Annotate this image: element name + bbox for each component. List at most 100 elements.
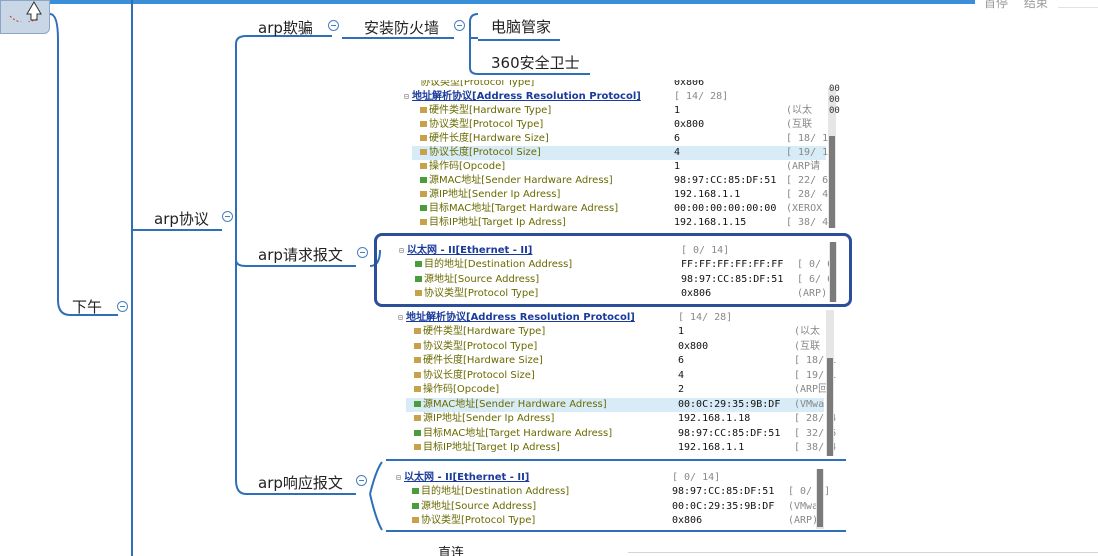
resp-eth-scrollbar-thumb[interactable] [817,469,823,527]
collapse-root-icon[interactable] [117,301,128,312]
field-range: [ 18/ 1 [786,133,829,144]
packet-field-row[interactable]: 源IP地址[Sender Ip Adress] [406,412,824,426]
node-bottom-partial[interactable]: 直连 [438,542,464,556]
field-icon [414,429,421,436]
field-name: 目的地址[Destination Address] [421,486,570,497]
field-icon [420,191,427,197]
packet-field-row[interactable]: 硬件长度[Hardware Size] [412,132,826,146]
field-name: 硬件长度[Hardware Size] [423,355,543,366]
field-icon [412,488,419,494]
resp-eth-header-label: 以太网 - II[Ethernet - II] [404,472,530,483]
node-arp-deception[interactable]: arp欺骗 [258,17,313,38]
eth-scrollbar-thumb[interactable] [830,242,836,302]
field-range: (以太 [786,105,813,116]
panel-request-arp: 协议类型[Protocol Type] 0x806 ⊟ 地址解析协议[Addres… [400,80,838,228]
collapse-arp-response-icon[interactable] [356,475,367,486]
panel-response-arp: ⊟ 地址解析协议[Address Resolution Protocol] [ 1… [396,310,836,456]
field-range: (ARP) [788,515,819,526]
packet-field-row[interactable]: 协议类型[Protocol Type] [407,287,827,301]
packet-field-row[interactable]: 操作码[Opcode] [406,383,824,397]
field-name: 源地址[Source Address] [424,273,540,285]
field-icon [415,261,422,267]
resp-eth-header-row[interactable]: ⊟ 以太网 - II[Ethernet - II] [396,471,529,485]
node-firewall[interactable]: 安装防火墙 [364,17,439,38]
field-icon [414,357,421,363]
resp-arp-scrollbar-thumb[interactable] [827,358,833,456]
resp-arp-header-row[interactable]: ⊟ 地址解析协议[Address Resolution Protocol] [398,311,635,325]
field-icon [420,219,427,225]
eth-header-row[interactable]: ⊟ 以太网 - II[Ethernet - II] [399,244,532,258]
tree-row-header[interactable]: ⊟ 地址解析协议[Address Resolution Protocol] [404,90,641,104]
field-name: 目标MAC地址[Target Hardware Adress] [429,203,619,214]
field-name: 硬件长度[Hardware Size] [429,133,549,144]
field-icon [420,149,427,155]
field-range: (以太 [794,326,821,337]
field-name: 目的地址[Destination Address] [424,259,573,270]
field-icon [420,135,427,141]
packet-field-row[interactable]: 协议长度[Protocol Size] [412,146,826,160]
node-arp-request[interactable]: arp请求报文 [258,244,343,265]
field-value: 0x800 [674,119,705,130]
packet-field-row[interactable]: 目标IP地址[Target Ip Adress] [412,216,826,228]
node-pc-manager[interactable]: 电脑管家 [491,16,551,37]
packet-field-row[interactable]: 协议长度[Protocol Size] [406,369,824,383]
packet-field-row[interactable]: 硬件类型[Hardware Type] [406,325,824,339]
packet-field-row[interactable]: 协议类型[Protocol Type] [412,118,826,132]
field-name: 源MAC地址[Sender Hardware Adress] [429,175,613,186]
hex-side-glyphs: 00 00 00 [829,84,840,116]
collapse-firewall-icon[interactable] [454,20,465,31]
packet-field-row[interactable]: 源IP地址[Sender Ip Adress] [412,188,826,202]
field-value: 192.168.1.1 [674,189,741,200]
field-value: FF:FF:FF:FF:FF:FF [681,259,784,270]
field-icon [414,371,421,378]
packet-field-row[interactable]: 硬件长度[Hardware Size] [406,354,824,368]
collapse-arp-deception-icon[interactable] [328,20,339,31]
panel-scrollbar-thumb[interactable] [829,136,835,228]
field-icon [412,517,419,523]
field-name: 源IP地址[Sender Ip Adress] [429,189,561,200]
field-range: [ 38/ 4 [786,217,829,228]
field-name: 协议类型[Protocol Type] [429,119,544,130]
collapse-arp-protocol-icon[interactable] [222,211,233,222]
field-value: 98:97:CC:85:DF:51 [672,486,775,497]
packet-field-row[interactable]: 协议类型[Protocol Type] [406,340,824,354]
field-icon [420,163,427,169]
field-value: 6 [678,355,685,366]
field-icon [420,121,427,127]
field-value: 1 [674,161,681,172]
collapse-arp-request-icon[interactable] [357,247,368,258]
field-range: (ARP) [797,288,828,299]
tree-expand-icon[interactable]: ⊟ [404,90,412,104]
field-value: 6 [674,133,681,144]
field-icon [420,177,427,183]
arp-header-range: [ 14/ 28] [674,91,729,102]
field-name: 目标IP地址[Target Ip Adress] [423,442,560,453]
field-name: 源地址[Source Address] [421,500,537,512]
field-value: 98:97:CC:85:DF:51 [678,427,781,439]
field-value: 98:97:CC:85:DF:51 [681,273,784,285]
panel-request-ethernet: ⊟ 以太网 - II[Ethernet - II] [ 0/ 14] 目的地址[D… [395,242,841,302]
field-name: 源MAC地址[Sender Hardware Adress] [423,398,607,410]
resp-eth-header-range: [ 0/ 14] [672,472,721,483]
field-value: 192.168.1.15 [674,217,747,228]
node-arp-response[interactable]: arp响应报文 [258,472,343,493]
response-frame-top [386,459,846,461]
packet-field-row[interactable]: 协议类型[Protocol Type] [404,514,814,528]
field-name: 协议长度[Protocol Size] [429,147,541,158]
packet-field-row[interactable]: 目标IP地址[Target Ip Adress] [406,441,824,455]
packet-field-row[interactable]: 硬件类型[Hardware Type] [412,104,826,118]
packet-field-row[interactable]: 操作码[Opcode] [412,160,826,174]
partial-row-value: 0x806 [674,80,705,88]
bottom-divider [628,552,1098,553]
field-value: 4 [674,147,681,158]
field-name: 协议类型[Protocol Type] [423,340,538,352]
node-arp-protocol[interactable]: arp协议 [154,208,209,229]
field-name: 目标MAC地址[Target Hardware Adress] [423,427,613,439]
node-360-guard[interactable]: 360安全卫士 [491,52,580,73]
field-range: (VMwa [788,500,819,512]
field-name: 协议类型[Protocol Type] [421,515,536,526]
field-range: [ 22/ 6 [786,175,829,186]
field-value: 00:0C:29:35:9B:DF [672,500,775,512]
node-root[interactable]: 下午 [72,296,102,317]
arp-header-label: 地址解析协议[Address Resolution Protocol] [412,91,641,102]
